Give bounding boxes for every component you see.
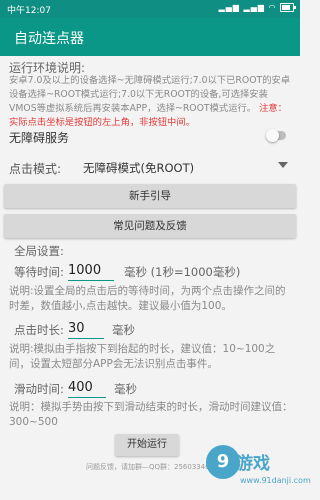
env-text: 安卓7.0及以上的设备选择~无障碍模式运行;7.0以下已ROOT的安卓设备选择~… [9,75,291,114]
swipe-duration-unit: 毫秒 [114,382,137,396]
guide-button[interactable]: 新手引导 [4,184,296,208]
click-mode-row: 点击模式: 无障碍模式(免ROOT) [9,157,294,177]
status-time: 中午12:07 [7,6,51,16]
watermark-brand: 游戏 [236,454,270,474]
global-settings-label: 全局设置: [14,244,64,258]
click-duration-unit: 毫秒 [112,323,135,337]
status-bar: 中午12:07 ▂▄▆ ▂▄▆ ◠ [0,0,300,18]
click-mode-label: 点击模式: [9,162,62,176]
signal-icon: ▂▄▆ [243,3,265,12]
wait-time-label: 等待时间: [14,265,64,279]
battery-icon [280,3,296,12]
chevron-down-icon[interactable] [278,162,288,168]
wait-time-row: 等待时间: 1000 毫秒 (1秒=1000毫秒) [14,262,284,282]
swipe-duration-desc: 说明：模拟手势由按下到滑动结束的时长，滑动时间建议值：300~500 [9,401,293,428]
accessibility-toggle[interactable] [266,129,286,142]
app-title: 自动连点器 [14,31,84,47]
signal-icon: ▂▄▆ [218,3,240,12]
click-duration-row: 点击时长: 30 毫秒 [14,320,284,340]
accessibility-row: 无障碍服务 [9,127,294,145]
click-duration-label: 点击时长: [14,323,64,337]
wait-time-unit: 毫秒 (1秒=1000毫秒) [124,265,241,279]
start-button[interactable]: 开始运行 [115,434,179,456]
env-info: 安卓7.0及以上的设备选择~无障碍模式运行;7.0以下已ROOT的安卓设备选择~… [9,74,294,130]
click-duration-desc: 说明:模拟由手指按下到抬起的时长，建议值：10~100之间，设置太短部分APP会… [9,343,276,370]
wait-time-input[interactable]: 1000 [68,262,114,281]
swipe-duration-label: 滑动时间: [14,382,64,396]
swipe-duration-row: 滑动时间: 400 毫秒 [14,379,284,399]
watermark-circle: 9 [206,445,240,479]
wifi-icon: ◠ [268,3,277,12]
click-mode-select[interactable]: 无障碍模式(免ROOT) [83,160,194,176]
toggle-knob [266,129,279,142]
faq-button[interactable]: 常见问题及反馈 [4,214,296,238]
feedback-footer: 问题反馈，请加群—QQ群：256033405 [86,463,215,471]
watermark-logo: 9 游戏 www.91danji.com [206,441,311,493]
watermark-url: www.91danji.com [240,476,311,485]
accessibility-label: 无障碍服务 [9,131,70,145]
status-icons: ▂▄▆ ▂▄▆ ◠ [218,3,296,12]
battery-fill [282,5,290,10]
app-bar: 自动连点器 [0,18,300,56]
wait-time-desc: 说明:设置全局的点击后的等待时间，为两个点击操作之间的时差，数值越小,点击越快。… [9,285,286,312]
click-duration-input[interactable]: 30 [68,320,104,339]
swipe-duration-input[interactable]: 400 [68,379,106,398]
